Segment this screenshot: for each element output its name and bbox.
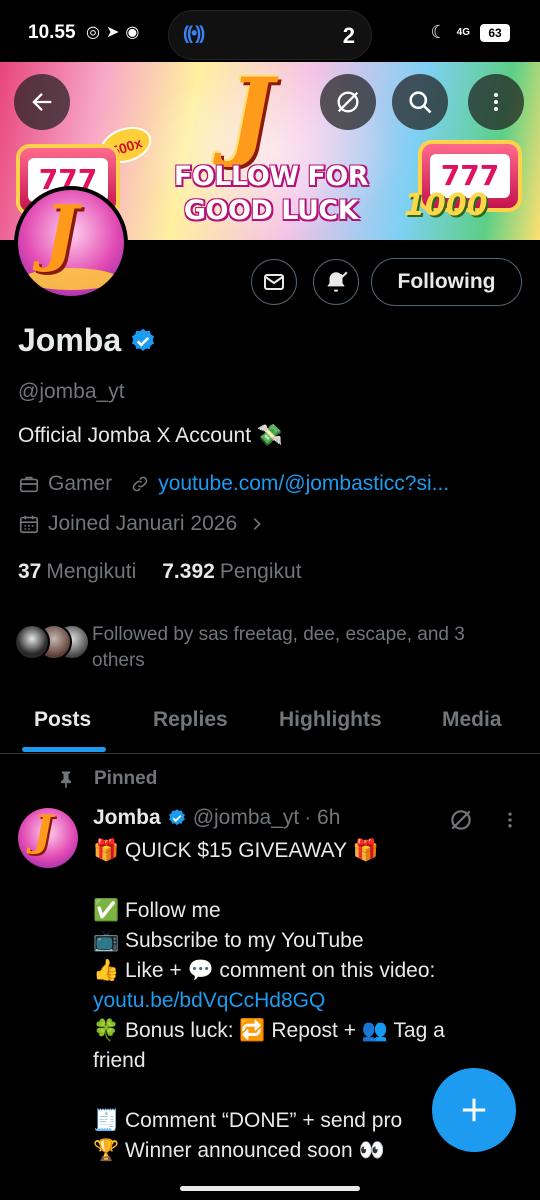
avatar-letter: J	[44, 190, 79, 274]
chevron-right-icon	[253, 518, 261, 530]
post-more-button[interactable]	[500, 810, 520, 835]
status-system-icons: ☾ 4G 63	[431, 22, 510, 43]
whatsapp-icon: ◎	[86, 24, 100, 41]
tab-highlights[interactable]: Highlights	[279, 708, 382, 732]
status-time: 10.55	[28, 22, 76, 43]
search-icon	[409, 91, 432, 114]
status-notification-icons: ◎ ➤ ◉	[86, 22, 139, 42]
post-line: 📺 Subscribe to my YouTube	[93, 929, 364, 952]
back-button[interactable]	[14, 74, 70, 130]
island-count: 2	[342, 23, 355, 48]
tab-replies[interactable]: Replies	[153, 708, 228, 732]
more-vertical-icon	[508, 812, 512, 828]
profile-name: Jomba	[18, 322, 122, 358]
grok-icon	[451, 810, 471, 830]
active-tab-indicator	[22, 747, 106, 752]
home-indicator[interactable]	[180, 1186, 360, 1191]
battery-icon: 63	[480, 23, 510, 42]
more-options-button[interactable]	[468, 74, 524, 130]
plus-icon	[462, 1098, 486, 1122]
more-vertical-icon	[494, 93, 498, 111]
post-header: Jomba @jomba_yt · 6h	[93, 806, 340, 830]
post-handle[interactable]: @jomba_yt	[193, 806, 300, 830]
post-line: ✅ Follow me	[93, 899, 221, 922]
following-count-link[interactable]: 37 Mengikuti	[18, 560, 136, 584]
banner-line1: FOLLOW FOR	[173, 161, 369, 192]
post-grok-button[interactable]	[448, 807, 474, 838]
compose-post-button[interactable]	[432, 1068, 516, 1152]
post-avatar-letter: J	[33, 808, 53, 855]
follow-counts: 37 Mengikuti 7.392 Pengikut	[18, 560, 302, 584]
post-video-link[interactable]: youtu.be/bdVqCcHd8GQ	[93, 986, 513, 1016]
search-button[interactable]	[392, 74, 448, 130]
avatar	[14, 624, 50, 660]
telegram-icon: ➤	[105, 24, 120, 41]
banner-headline: FOLLOW FOR GOOD LUCK	[166, 160, 376, 228]
pin-icon	[61, 771, 71, 789]
followed-by-avatars[interactable]	[14, 620, 90, 660]
pinned-label-row: Pinned	[56, 768, 157, 790]
status-bar: 10.55 ◎ ➤ ◉ ((•)) 2 ☾ 4G 63	[0, 0, 540, 62]
grok-icon	[337, 91, 359, 113]
calendar-icon	[19, 515, 39, 534]
profile-avatar[interactable]: J	[14, 186, 128, 300]
post-avatar[interactable]: J	[18, 808, 78, 868]
moon-icon: ☾	[430, 22, 447, 42]
post-author[interactable]: Jomba	[93, 806, 161, 830]
profile-name-row: Jomba	[18, 322, 157, 359]
bell-check-icon	[327, 271, 348, 292]
post-line: 🍀 Bonus luck: 🔁 Repost + 👥 Tag a	[93, 1019, 445, 1042]
mutual-avatars	[14, 620, 90, 660]
followers-count-link[interactable]: 7.392 Pengikut	[162, 560, 301, 584]
network-indicator: 4G	[456, 26, 470, 38]
post-line: 🎁 QUICK $15 GIVEAWAY 🎁	[93, 839, 379, 862]
post-line: friend	[93, 1049, 146, 1072]
verified-badge-icon[interactable]	[129, 327, 157, 355]
profile-joined-row[interactable]: Joined Januari 2026	[18, 512, 273, 536]
profile-tabs: Posts Replies Highlights Media	[0, 696, 540, 754]
followers-label: Pengikut	[219, 560, 302, 583]
profile-meta-row: Gamer youtube.com/@jombasticc?si...	[18, 472, 449, 496]
envelope-icon	[264, 274, 284, 290]
profile-handle: @jomba_yt	[18, 380, 125, 403]
dynamic-island[interactable]: ((•)) 2	[168, 10, 372, 60]
banner-line2: GOOD LUCK	[183, 195, 359, 226]
grok-button[interactable]	[320, 74, 376, 130]
notifications-button[interactable]	[313, 259, 359, 305]
tab-media[interactable]: Media	[442, 708, 502, 732]
profile-joined-date: Joined Januari 2026	[48, 512, 238, 535]
banner-logo: J	[228, 62, 274, 170]
post-time: · 6h	[304, 806, 341, 829]
followers-count: 7.392	[162, 560, 215, 583]
following-count: 37	[18, 560, 42, 583]
banner-amount: 1000	[404, 188, 488, 223]
following-button[interactable]: Following	[371, 258, 522, 306]
post-line: 👍 Like + 💬 comment on this video:	[93, 959, 436, 982]
avatar-image: J	[18, 190, 124, 296]
briefcase-icon	[19, 476, 39, 493]
arrow-left-icon	[32, 93, 52, 111]
following-label: Mengikuti	[46, 560, 137, 583]
message-button[interactable]	[251, 259, 297, 305]
link-icon	[132, 476, 148, 492]
post-line	[93, 866, 513, 896]
profile-bio: Official Jomba X Account 💸	[18, 424, 284, 447]
verified-badge-icon	[168, 809, 185, 826]
profile-category: Gamer	[48, 472, 113, 495]
pinned-label: Pinned	[94, 768, 158, 789]
discord-icon: ◉	[125, 24, 140, 41]
tab-posts[interactable]: Posts	[34, 708, 91, 732]
followed-by-text[interactable]: Followed by sas freetag, dee, escape, an…	[92, 622, 512, 674]
broadcast-icon: ((•))	[183, 23, 205, 43]
profile-website-link[interactable]: youtube.com/@jombasticc?si...	[158, 472, 449, 496]
